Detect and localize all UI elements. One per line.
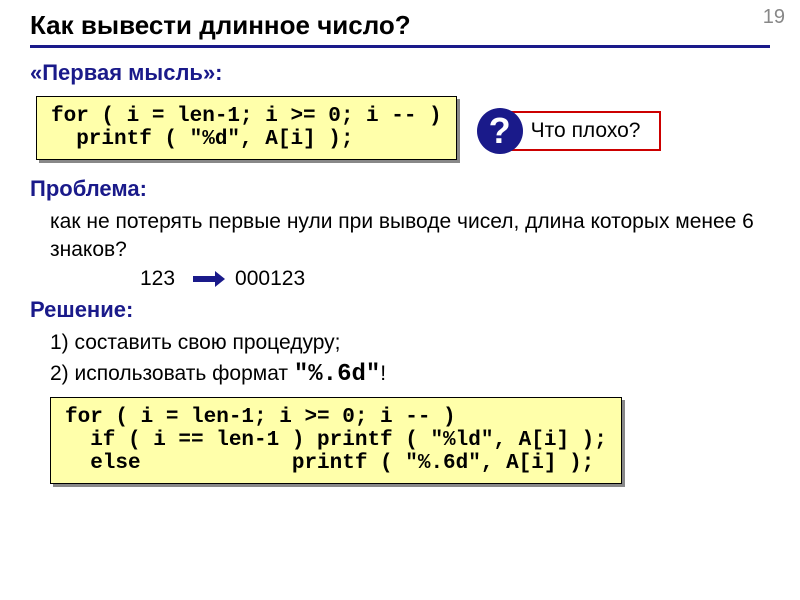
solution-item-2-suffix: ! bbox=[380, 362, 386, 385]
slide-content: Как вывести длинное число? «Первая мысль… bbox=[0, 0, 800, 514]
page-number: 19 bbox=[763, 6, 785, 29]
problem-example: 123 000123 bbox=[140, 267, 770, 291]
title-underline bbox=[30, 45, 770, 48]
solution-item-2-prefix: 2) использовать формат bbox=[50, 362, 294, 385]
solution-label: Решение: bbox=[30, 297, 770, 323]
solution-item-2: 2) использовать формат "%.6d"! bbox=[50, 359, 770, 391]
code-block-first: for ( i = len-1; i >= 0; i -- ) printf (… bbox=[36, 96, 457, 160]
solution-item-1: 1) составить свою процедуру; bbox=[50, 329, 770, 357]
example-left: 123 bbox=[140, 267, 175, 291]
problem-label: Проблема: bbox=[30, 176, 770, 202]
question-icon: ? bbox=[477, 108, 523, 154]
callout-text: Что плохо? bbox=[501, 111, 661, 151]
first-thought-row: for ( i = len-1; i >= 0; i -- ) printf (… bbox=[30, 92, 770, 170]
code-block-solution: for ( i = len-1; i >= 0; i -- ) if ( i =… bbox=[50, 397, 622, 484]
page-title: Как вывести длинное число? bbox=[30, 10, 770, 41]
problem-text: как не потерять первые нули при выводе ч… bbox=[50, 208, 770, 265]
first-thought-label: «Первая мысль»: bbox=[30, 60, 770, 86]
example-right: 000123 bbox=[235, 267, 305, 291]
arrow-icon bbox=[193, 276, 217, 282]
callout: ? Что плохо? bbox=[477, 108, 661, 154]
format-code: "%.6d" bbox=[294, 361, 380, 388]
